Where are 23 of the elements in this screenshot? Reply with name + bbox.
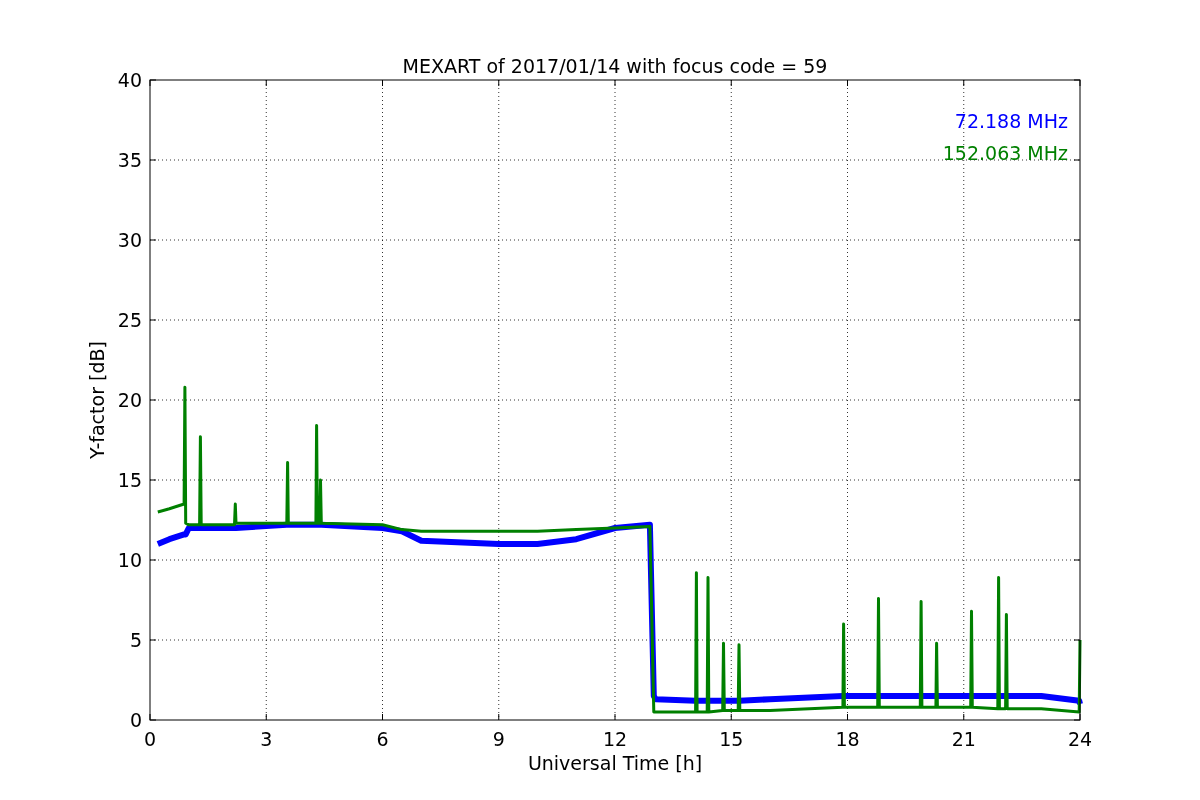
legend-label: 72.188 MHz xyxy=(954,110,1068,132)
tick-label: 35 xyxy=(117,149,142,171)
tick-label: 15 xyxy=(719,728,744,750)
tick-label: 25 xyxy=(117,309,142,331)
tick-label: 12 xyxy=(602,728,628,750)
tick-label: 0 xyxy=(143,728,157,750)
legend-label: 152.063 MHz xyxy=(942,142,1068,164)
axis-label: Universal Time [h] xyxy=(527,752,703,774)
tick-label: 3 xyxy=(260,728,273,750)
tick-label: 24 xyxy=(1067,728,1093,750)
tick-label: 6 xyxy=(376,728,389,750)
tick-label: 10 xyxy=(117,549,142,571)
tick-label: 20 xyxy=(117,389,142,411)
tick-label: 5 xyxy=(129,629,142,651)
axis-label: Y-factor [dB] xyxy=(86,341,108,459)
tick-label: 21 xyxy=(951,728,976,750)
chart-title: MEXART of 2017/01/14 with focus code = 59 xyxy=(402,55,828,77)
tick-label: 9 xyxy=(492,728,505,750)
tick-label: 18 xyxy=(835,728,860,750)
tick-label: 30 xyxy=(117,229,142,251)
tick-label: 0 xyxy=(129,709,142,731)
tick-label: 40 xyxy=(117,69,142,91)
tick-label: 15 xyxy=(117,469,142,491)
